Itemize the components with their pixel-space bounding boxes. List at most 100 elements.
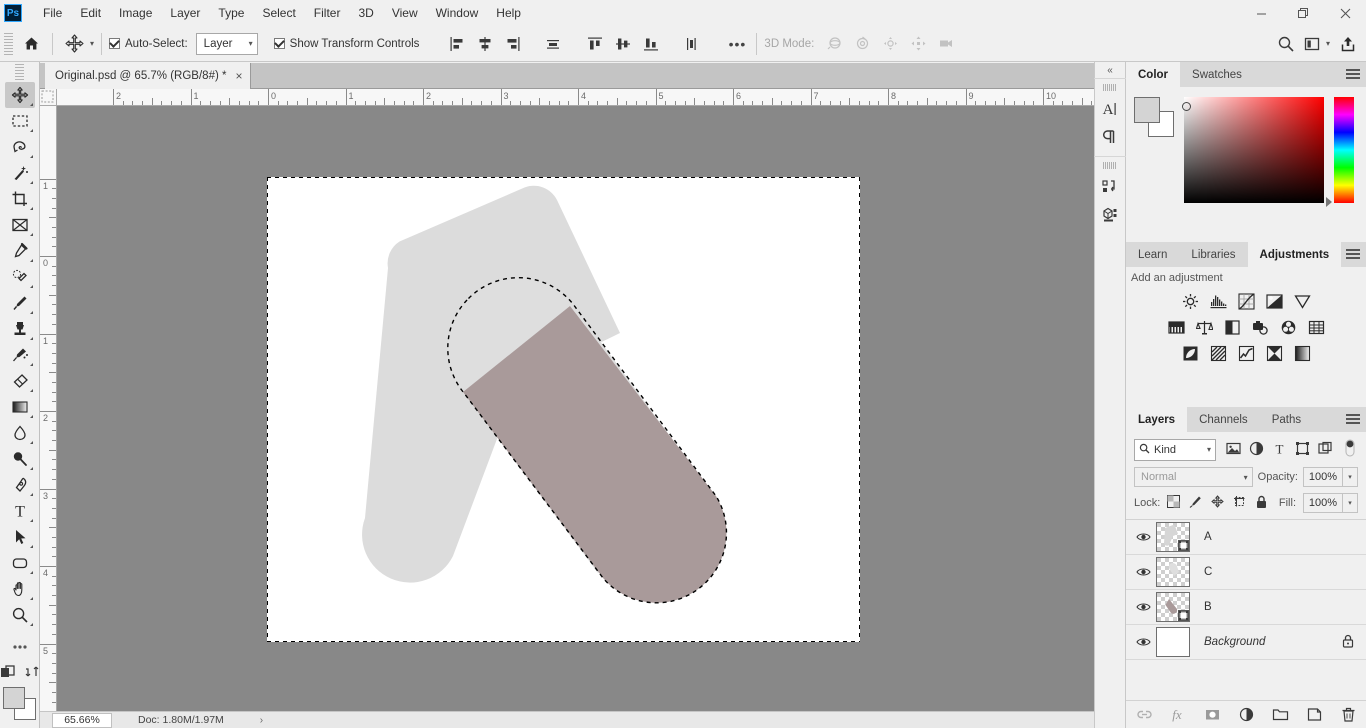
auto-select-scope-dropdown[interactable]: Layer ▾ — [195, 32, 258, 55]
lock-transparency-icon[interactable] — [1167, 495, 1181, 511]
close-icon[interactable] — [1324, 0, 1366, 26]
restore-icon[interactable] — [1282, 0, 1324, 26]
fill-control[interactable]: 100% ▾ — [1303, 493, 1358, 513]
align-horizontal-centers-icon[interactable] — [473, 32, 497, 56]
layer-visibility-toggle[interactable] — [1130, 636, 1156, 648]
collapse-panels-icon[interactable]: « — [1094, 62, 1126, 78]
curves-icon[interactable] — [1237, 292, 1255, 310]
lasso-tool[interactable] — [5, 134, 35, 160]
actions-panel-icon[interactable] — [1096, 173, 1124, 201]
menu-item-window[interactable]: Window — [427, 3, 488, 23]
threshold-icon[interactable] — [1237, 344, 1255, 362]
menu-item-edit[interactable]: Edit — [71, 3, 110, 23]
move-tool[interactable] — [4, 82, 35, 108]
vertical-ruler[interactable]: 10123456 — [40, 106, 57, 711]
frame-tool[interactable] — [5, 212, 35, 238]
foreground-color-swatch[interactable] — [1134, 97, 1160, 123]
panel-menu-icon[interactable] — [1346, 69, 1360, 80]
menu-item-view[interactable]: View — [383, 3, 427, 23]
fill-value[interactable]: 100% — [1303, 493, 1343, 513]
brush-tool[interactable] — [5, 290, 35, 316]
new-layer-icon[interactable] — [1305, 706, 1323, 724]
blur-tool[interactable] — [5, 420, 35, 446]
layer-thumbnail[interactable] — [1156, 522, 1190, 552]
type-filter-icon[interactable]: T — [1272, 441, 1287, 459]
color-lookup-icon[interactable] — [1307, 318, 1325, 336]
table-row[interactable]: B — [1126, 590, 1366, 625]
eyedropper-tool[interactable] — [5, 238, 35, 264]
chevron-down-icon[interactable]: ▾ — [90, 39, 94, 48]
artboard[interactable] — [267, 177, 860, 642]
magic-wand-tool[interactable] — [5, 160, 35, 186]
new-group-icon[interactable] — [1271, 706, 1289, 724]
layer-visibility-toggle[interactable] — [1130, 601, 1156, 613]
photo-filter-icon[interactable] — [1251, 318, 1269, 336]
lock-artboard-icon[interactable] — [1233, 495, 1246, 511]
color-field[interactable] — [1182, 97, 1324, 203]
auto-select-checkbox[interactable] — [109, 38, 121, 49]
layer-visibility-toggle[interactable] — [1130, 531, 1156, 543]
align-bottom-edges-icon[interactable] — [639, 32, 663, 56]
menu-item-filter[interactable]: Filter — [305, 3, 350, 23]
align-vertical-centers-icon[interactable] — [611, 32, 635, 56]
chevron-down-icon[interactable]: ▾ — [1343, 467, 1358, 487]
path-selection-tool[interactable] — [5, 524, 35, 550]
lock-image-icon[interactable] — [1189, 495, 1202, 511]
adjustment-filter-icon[interactable] — [1249, 441, 1264, 459]
tab-paths[interactable]: Paths — [1259, 407, 1314, 432]
zoom-level-field[interactable]: 65.66% — [52, 712, 112, 728]
lock-position-icon[interactable] — [1211, 495, 1225, 511]
exposure-icon[interactable] — [1265, 292, 1283, 310]
align-top-edges-icon[interactable] — [583, 32, 607, 56]
chevron-down-icon[interactable]: ▾ — [1326, 39, 1330, 48]
rectangle-tool[interactable] — [5, 550, 35, 576]
menu-item-file[interactable]: File — [34, 3, 71, 23]
layer-name[interactable]: Background — [1204, 636, 1265, 648]
foreground-color-swatch[interactable] — [2, 687, 25, 709]
invert-icon[interactable] — [1181, 344, 1199, 362]
edit-toolbar-tool[interactable] — [5, 634, 35, 660]
more-options-button[interactable]: ••• — [725, 32, 749, 56]
opacity-value[interactable]: 100% — [1303, 467, 1343, 487]
shape-filter-icon[interactable] — [1295, 441, 1310, 459]
menu-item-select[interactable]: Select — [253, 3, 304, 23]
posterize-icon[interactable] — [1209, 344, 1227, 362]
tab-learn[interactable]: Learn — [1126, 242, 1180, 267]
selective-color-icon[interactable] — [1265, 344, 1283, 362]
show-transform-checkbox[interactable] — [273, 38, 285, 49]
paragraph-panel-icon[interactable] — [1096, 123, 1124, 151]
color-balance-icon[interactable] — [1195, 318, 1213, 336]
pixel-filter-icon[interactable] — [1226, 441, 1241, 459]
hand-tool[interactable] — [5, 576, 35, 602]
layer-name[interactable]: A — [1204, 531, 1212, 543]
panel-group-grip[interactable] — [1103, 84, 1117, 91]
eraser-tool[interactable] — [5, 368, 35, 394]
horizontal-ruler[interactable]: 2 1 0 1 2 3 4 5 6 7 8 9 10 — [40, 89, 1114, 106]
current-tool-preview[interactable]: ▾ — [60, 30, 94, 58]
layer-thumbnail[interactable] — [1156, 592, 1190, 622]
layer-style-fx-icon[interactable]: fx — [1169, 706, 1187, 724]
add-mask-icon[interactable] — [1203, 706, 1221, 724]
table-row[interactable]: A — [1126, 520, 1366, 555]
ruler-corner[interactable] — [40, 89, 57, 106]
brightness-contrast-icon[interactable] — [1181, 292, 1199, 310]
layer-thumbnail[interactable] — [1156, 557, 1190, 587]
channel-mixer-icon[interactable] — [1279, 318, 1297, 336]
chevron-down-icon[interactable]: ▾ — [1343, 493, 1358, 513]
opacity-control[interactable]: 100% ▾ — [1303, 467, 1358, 487]
align-left-edges-icon[interactable] — [445, 32, 469, 56]
smart-object-filter-icon[interactable] — [1318, 441, 1333, 459]
panel-group-grip[interactable] — [1103, 162, 1117, 169]
layer-thumbnail[interactable] — [1156, 627, 1190, 657]
tab-libraries[interactable]: Libraries — [1179, 242, 1248, 267]
blend-mode-dropdown[interactable]: Normal ▾ — [1134, 467, 1253, 487]
menu-item-image[interactable]: Image — [110, 3, 161, 23]
status-bar-expand-arrow[interactable]: › — [260, 715, 263, 726]
move-tool-icon[interactable] — [60, 30, 88, 58]
hue-saturation-icon[interactable] — [1167, 318, 1185, 336]
character-panel-icon[interactable]: A — [1096, 95, 1124, 123]
gradient-tool[interactable] — [5, 394, 35, 420]
search-icon[interactable] — [1274, 32, 1298, 56]
pen-tool[interactable] — [5, 472, 35, 498]
distribute-vertical-icon[interactable] — [679, 32, 703, 56]
